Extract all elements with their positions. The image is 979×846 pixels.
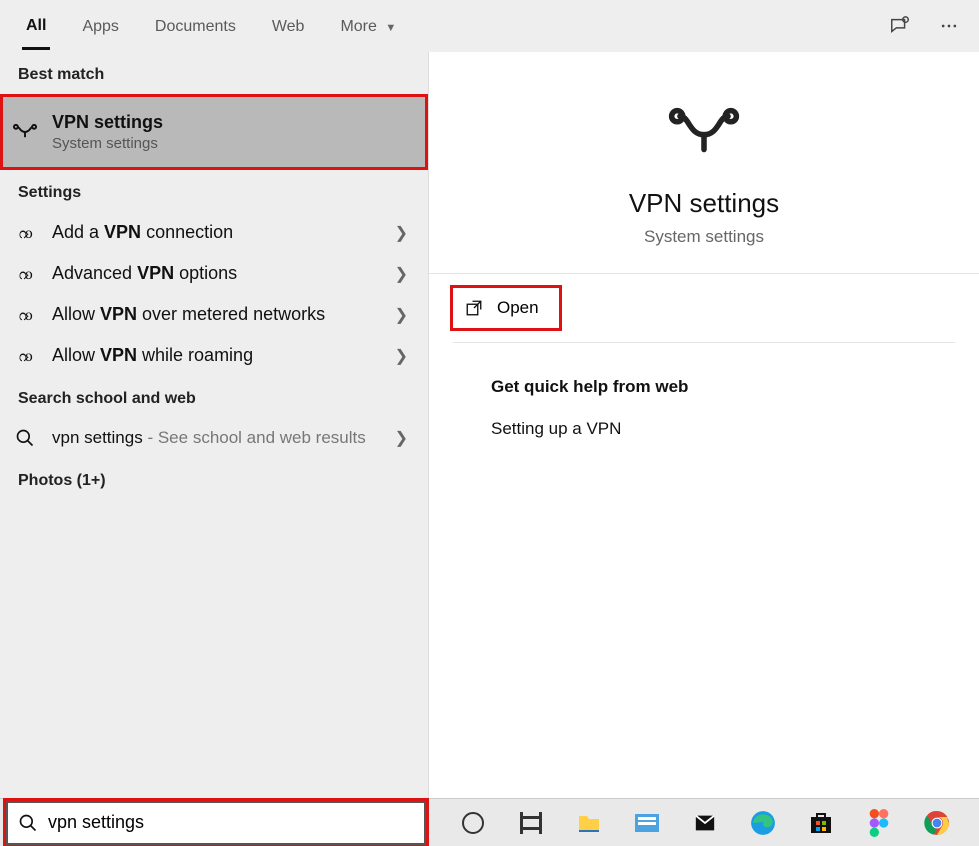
help-heading: Get quick help from web <box>491 377 955 397</box>
chevron-right-icon: ❯ <box>395 346 416 366</box>
open-label: Open <box>497 298 539 318</box>
taskbar <box>0 798 979 846</box>
chevron-right-icon: ❯ <box>395 223 416 243</box>
vpn-icon: ᦅᦈ <box>12 346 38 366</box>
chevron-right-icon: ❯ <box>395 305 416 325</box>
result-best-match[interactable]: VPN settings System settings <box>0 94 428 170</box>
chevron-down-icon: ▼ <box>385 22 396 34</box>
cortana-icon[interactable] <box>460 810 486 836</box>
feedback-icon[interactable] <box>889 15 911 37</box>
vpn-icon: ᦅᦈ <box>12 305 38 325</box>
vpn-icon: ᦅᦈ <box>12 264 38 284</box>
help-link-setup-vpn[interactable]: Setting up a VPN <box>491 419 955 439</box>
search-icon <box>18 813 38 833</box>
vpn-large-icon <box>667 102 741 160</box>
result-web-search[interactable]: vpn settings - See school and web result… <box>0 418 428 458</box>
chrome-icon[interactable] <box>924 810 950 836</box>
chevron-right-icon: ❯ <box>395 428 416 448</box>
result-vpn-metered[interactable]: ᦅᦈ Allow VPN over metered networks ❯ <box>0 294 428 335</box>
detail-sub: System settings <box>644 227 764 247</box>
tab-documents[interactable]: Documents <box>151 4 240 48</box>
section-web: Search school and web <box>0 376 428 418</box>
section-photos: Photos (1+) <box>0 458 428 500</box>
best-match-title: VPN settings <box>52 112 416 133</box>
edge-icon[interactable] <box>750 810 776 836</box>
file-explorer-icon[interactable] <box>576 810 602 836</box>
more-options-icon[interactable] <box>939 16 959 36</box>
chevron-right-icon: ❯ <box>395 264 416 284</box>
ms-store-icon[interactable] <box>808 810 834 836</box>
tab-web[interactable]: Web <box>268 4 309 48</box>
tab-all[interactable]: All <box>22 3 50 50</box>
tab-apps[interactable]: Apps <box>78 4 122 48</box>
task-view-icon[interactable] <box>518 810 544 836</box>
results-column: Best match VPN settings System settings … <box>0 52 429 798</box>
figma-icon[interactable] <box>866 810 892 836</box>
app-icon-1[interactable] <box>634 810 660 836</box>
vpn-icon: ᦅᦈ <box>12 223 38 243</box>
vpn-icon <box>12 121 38 143</box>
search-icon <box>12 428 38 448</box>
detail-title: VPN settings <box>629 188 779 219</box>
section-best-match: Best match <box>0 52 428 94</box>
search-input[interactable] <box>48 812 414 833</box>
open-icon <box>465 299 483 317</box>
search-scope-tabs: All Apps Documents Web More ▼ <box>0 0 979 52</box>
detail-pane: VPN settings System settings Open Get qu… <box>429 52 979 798</box>
tab-more-label: More <box>340 18 376 35</box>
mail-icon[interactable] <box>692 810 718 836</box>
tab-more[interactable]: More ▼ <box>336 4 400 48</box>
result-add-vpn[interactable]: ᦅᦈ Add a VPN connection ❯ <box>0 212 428 253</box>
open-button[interactable]: Open <box>453 288 559 328</box>
taskbar-search[interactable] <box>6 801 426 845</box>
section-settings: Settings <box>0 170 428 212</box>
result-advanced-vpn[interactable]: ᦅᦈ Advanced VPN options ❯ <box>0 253 428 294</box>
result-vpn-roaming[interactable]: ᦅᦈ Allow VPN while roaming ❯ <box>0 335 428 376</box>
best-match-sub: System settings <box>52 135 416 152</box>
